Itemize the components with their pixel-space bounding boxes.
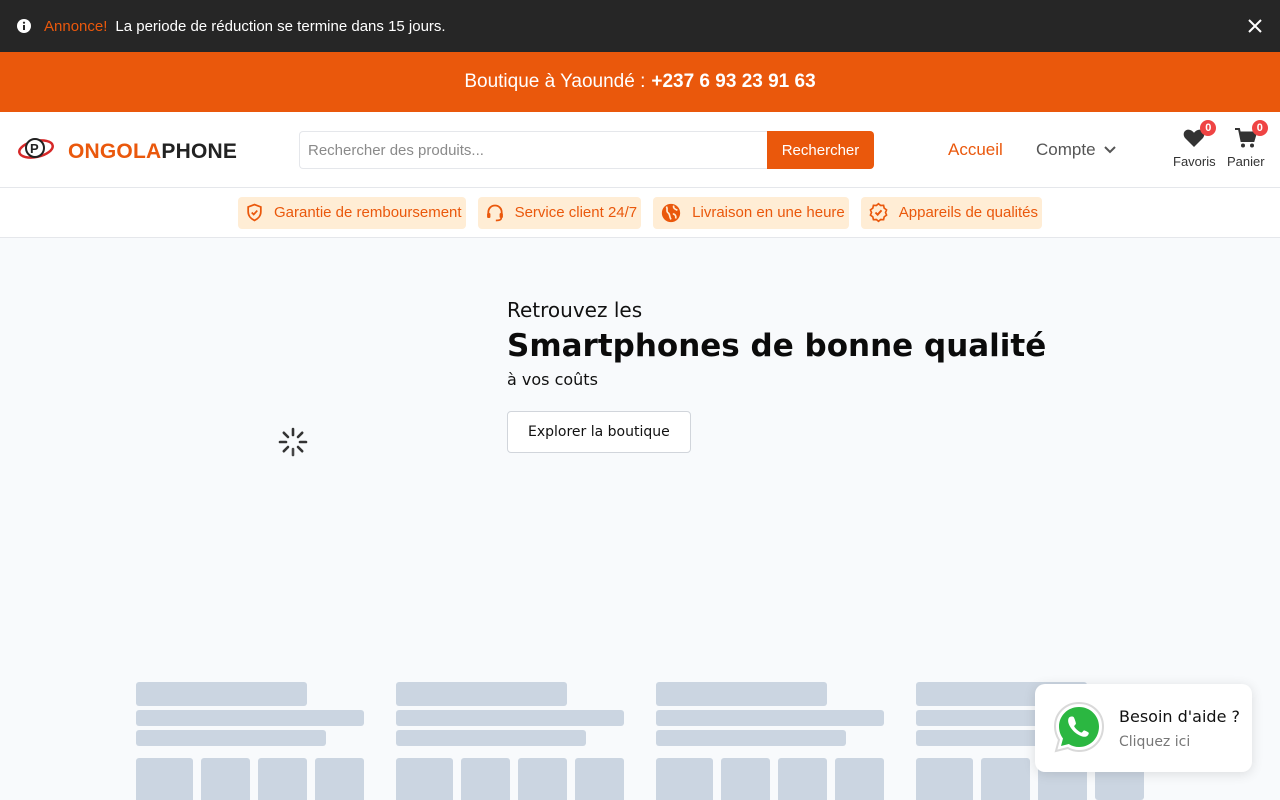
loading-spinner-icon <box>277 426 309 458</box>
skeleton-block <box>201 758 250 800</box>
shield-check-icon <box>247 203 262 222</box>
skeleton-bar <box>136 682 307 706</box>
whatsapp-title: Besoin d'aide ? <box>1119 706 1240 726</box>
skeleton-bar <box>396 682 567 706</box>
skeleton-block <box>916 758 973 800</box>
skeleton-block <box>721 758 770 800</box>
brand-name-part2: PHONE <box>161 139 238 163</box>
whatsapp-icon <box>1053 701 1105 753</box>
logo[interactable]: P ONGOLAPHONE <box>18 134 237 169</box>
announcement-label: Annonce! <box>44 17 108 35</box>
skeleton-bar <box>656 710 884 726</box>
feature-quality: Appareils de qualités <box>860 196 1043 229</box>
badge-check-icon <box>869 202 888 223</box>
skeleton-block <box>136 758 193 800</box>
feature-money-back: Garantie de remboursement <box>237 196 466 229</box>
skeleton-block <box>258 758 307 800</box>
feature-label: Service client 24/7 <box>514 204 638 221</box>
skeleton-block <box>575 758 624 800</box>
chevron-down-icon <box>1103 146 1116 154</box>
skeleton-bar <box>136 710 364 726</box>
headset-icon <box>486 204 503 221</box>
nav-home-link[interactable]: Accueil <box>948 140 1003 160</box>
skeleton-block <box>461 758 510 800</box>
cart-count-badge: 0 <box>1251 120 1268 136</box>
skeleton-bar <box>656 682 827 706</box>
feature-label: Livraison en une heure <box>692 204 845 221</box>
hero-title: Smartphones de bonne qualité <box>507 328 1047 364</box>
whatsapp-text: Besoin d'aide ? Cliquez ici <box>1119 707 1240 750</box>
store-location-text: Boutique à Yaoundé : <box>464 71 646 92</box>
store-phone-bar: Boutique à Yaoundé : +237 6 93 23 91 63 <box>0 52 1280 112</box>
announcement-bar: Annonce! La periode de réduction se term… <box>0 0 1280 52</box>
skeleton-bar <box>656 730 846 746</box>
skeleton-block <box>315 758 364 800</box>
globe-icon <box>661 203 681 222</box>
skeleton-bar <box>136 730 326 746</box>
feature-support: Service client 24/7 <box>477 196 642 229</box>
feature-delivery: Livraison en une heure <box>653 196 849 229</box>
hero-section: Retrouvez les Smartphones de bonne quali… <box>507 298 1046 453</box>
skeleton-block <box>778 758 827 800</box>
brand-name-part1: ONGOLA <box>68 139 162 163</box>
announcement-message: La periode de réduction se termine dans … <box>115 17 446 35</box>
info-icon <box>16 18 32 34</box>
favorites-count-badge: 0 <box>1200 120 1217 136</box>
search-input[interactable] <box>299 131 767 169</box>
favorites-button[interactable]: 0 Favoris <box>1173 120 1217 169</box>
feature-label: Appareils de qualités <box>898 204 1039 221</box>
brand-name: ONGOLAPHONE <box>68 140 237 164</box>
store-phone-number[interactable]: +237 6 93 23 91 63 <box>651 71 815 93</box>
logo-icon: P <box>18 134 56 169</box>
hero-pretitle: Retrouvez les <box>507 298 643 322</box>
skeleton-block <box>396 758 453 800</box>
search-button[interactable]: Rechercher <box>767 131 874 169</box>
search-bar: Rechercher <box>299 131 874 169</box>
skeleton-bar <box>396 730 586 746</box>
cart-label: Panier <box>1227 154 1265 169</box>
whatsapp-subtitle: Cliquez ici <box>1119 733 1191 750</box>
skeleton-block <box>518 758 567 800</box>
feature-label: Garantie de remboursement <box>273 204 462 221</box>
hero-subtitle: à vos coûts <box>507 370 598 389</box>
nav-account-label: Compte <box>1036 140 1096 159</box>
cart-button[interactable]: 0 Panier <box>1227 120 1268 169</box>
site-header: P ONGOLAPHONE Rechercher Accueil Compte … <box>0 112 1280 188</box>
whatsapp-help-widget[interactable]: Besoin d'aide ? Cliquez ici <box>1035 684 1252 772</box>
explore-shop-button[interactable]: Explorer la boutique <box>507 411 691 453</box>
features-strip: Garantie de remboursement Service client… <box>0 188 1280 238</box>
skeleton-bar <box>396 710 624 726</box>
nav-account-dropdown[interactable]: Compte <box>1036 140 1116 160</box>
favorites-label: Favoris <box>1173 154 1216 169</box>
svg-text:P: P <box>30 141 39 156</box>
close-icon[interactable] <box>1246 17 1264 35</box>
skeleton-block <box>835 758 884 800</box>
skeleton-block <box>981 758 1030 800</box>
skeleton-block <box>656 758 713 800</box>
